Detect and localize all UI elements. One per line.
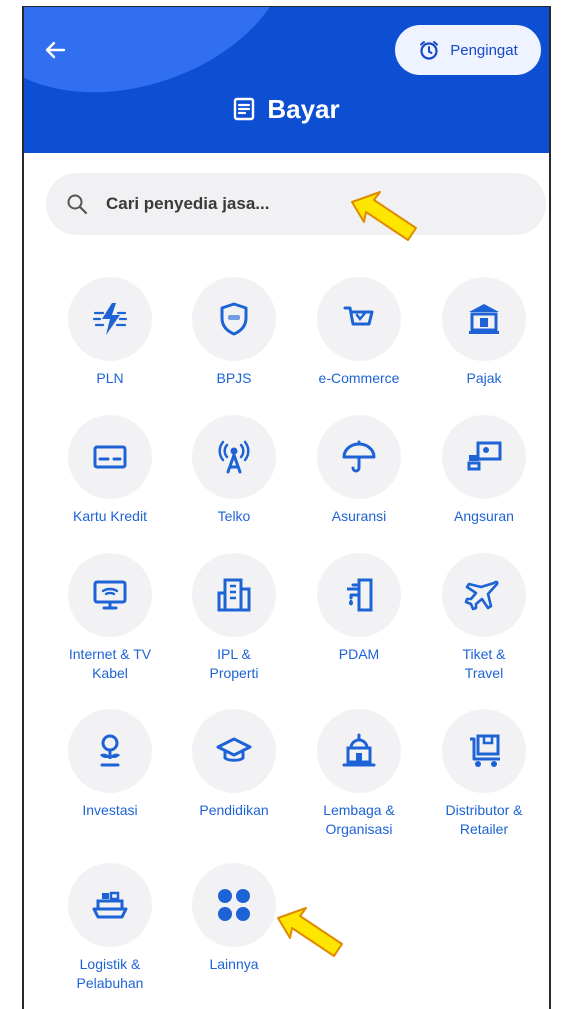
category-icon-bg bbox=[317, 277, 401, 361]
institution-icon bbox=[342, 733, 376, 767]
umbrella-icon bbox=[342, 440, 376, 473]
category-label: BPJS bbox=[216, 370, 252, 386]
category-bpjs[interactable]: BPJS bbox=[174, 277, 294, 388]
category-label: Investasi bbox=[82, 802, 138, 818]
electricity-icon bbox=[92, 303, 128, 335]
category-icon-bg bbox=[68, 863, 152, 947]
search-icon bbox=[67, 194, 88, 215]
reminder-label: Pengingat bbox=[450, 41, 518, 59]
category-icon-bg bbox=[317, 415, 401, 499]
category-label: Telko bbox=[217, 508, 251, 524]
grid-icon bbox=[218, 889, 250, 921]
ship-icon bbox=[92, 891, 128, 919]
back-button[interactable] bbox=[38, 33, 72, 67]
search-bar[interactable] bbox=[46, 173, 546, 235]
arrow-left-icon bbox=[45, 41, 66, 59]
category-internet-tv[interactable]: Internet & TV Kabel bbox=[50, 553, 170, 683]
cart-icon bbox=[343, 306, 374, 326]
category-icon-bg bbox=[192, 863, 276, 947]
category-angsuran[interactable]: Angsuran bbox=[424, 415, 544, 526]
category-icon-bg bbox=[317, 709, 401, 793]
category-icon-bg bbox=[442, 415, 526, 499]
category-label: Pajak bbox=[466, 370, 502, 386]
category-logistik-pelabuhan[interactable]: Logistik & Pelabuhan bbox=[50, 863, 170, 993]
airplane-icon bbox=[464, 580, 499, 611]
category-ecommerce[interactable]: e-Commerce bbox=[299, 277, 419, 388]
category-label: Internet & TV Kabel bbox=[68, 646, 152, 681]
reminder-button[interactable]: Pengingat bbox=[395, 25, 541, 75]
category-icon-bg bbox=[192, 709, 276, 793]
antenna-icon bbox=[218, 440, 250, 474]
phone-screen: Pengingat Bayar PLN bbox=[22, 6, 551, 1009]
category-label: Logistik & Pelabuhan bbox=[76, 956, 144, 991]
category-label: Pendidikan bbox=[199, 802, 269, 818]
trolley-icon bbox=[470, 734, 500, 767]
shield-icon bbox=[220, 302, 248, 336]
category-icon-bg bbox=[442, 277, 526, 361]
category-lembaga-organisasi[interactable]: Lembaga & Organisasi bbox=[299, 709, 419, 839]
credit-card-icon bbox=[93, 445, 127, 469]
category-label: Distributor & Retailer bbox=[445, 802, 523, 837]
investment-icon bbox=[100, 734, 120, 767]
search-input[interactable] bbox=[106, 194, 486, 214]
category-icon-bg bbox=[68, 709, 152, 793]
category-icon-bg bbox=[68, 415, 152, 499]
category-tiket-travel[interactable]: Tiket & Travel bbox=[424, 553, 544, 683]
category-icon-bg bbox=[192, 553, 276, 637]
annotation-arrow-search bbox=[351, 191, 417, 241]
category-icon-bg bbox=[68, 277, 152, 361]
header: Pengingat Bayar bbox=[24, 7, 549, 153]
category-label: PLN bbox=[96, 370, 124, 386]
category-pln[interactable]: PLN bbox=[50, 277, 170, 388]
page-title: Bayar bbox=[24, 89, 549, 129]
category-pajak[interactable]: Pajak bbox=[424, 277, 544, 388]
category-asuransi[interactable]: Asuransi bbox=[299, 415, 419, 526]
category-icon-bg bbox=[192, 277, 276, 361]
building-icon bbox=[217, 578, 251, 612]
category-label: Angsuran bbox=[454, 508, 514, 524]
graduation-cap-icon bbox=[216, 737, 252, 762]
installment-icon bbox=[467, 441, 502, 471]
category-kartu-kredit[interactable]: Kartu Kredit bbox=[50, 415, 170, 526]
category-ipl-properti[interactable]: IPL & Properti bbox=[174, 553, 294, 683]
category-icon-bg bbox=[442, 553, 526, 637]
category-icon-bg bbox=[442, 709, 526, 793]
category-pendidikan[interactable]: Pendidikan bbox=[174, 709, 294, 820]
monitor-icon bbox=[93, 580, 127, 610]
alarm-clock-icon bbox=[420, 41, 439, 60]
category-icon-bg bbox=[192, 415, 276, 499]
category-distributor-retailer[interactable]: Distributor & Retailer bbox=[424, 709, 544, 839]
category-label: Asuransi bbox=[331, 508, 387, 524]
category-grid: PLN BPJS e-Commerce Pajak Kartu Kredit T… bbox=[24, 277, 549, 997]
category-icon-bg bbox=[68, 553, 152, 637]
category-pdam[interactable]: PDAM bbox=[299, 553, 419, 664]
water-tap-icon bbox=[347, 578, 373, 612]
bank-icon bbox=[469, 304, 499, 334]
category-label: IPL & Properti bbox=[209, 646, 259, 681]
category-label: Kartu Kredit bbox=[73, 508, 147, 524]
category-icon-bg bbox=[317, 553, 401, 637]
category-telko[interactable]: Telko bbox=[174, 415, 294, 526]
annotation-arrow-lainnya bbox=[277, 907, 343, 957]
category-investasi[interactable]: Investasi bbox=[50, 709, 170, 820]
receipt-icon bbox=[234, 97, 255, 121]
category-label: Lembaga & Organisasi bbox=[323, 802, 395, 837]
category-label: Tiket & Travel bbox=[462, 646, 506, 681]
page-title-text: Bayar bbox=[267, 93, 340, 124]
category-label: PDAM bbox=[338, 646, 380, 662]
category-label: e-Commerce bbox=[318, 370, 400, 386]
